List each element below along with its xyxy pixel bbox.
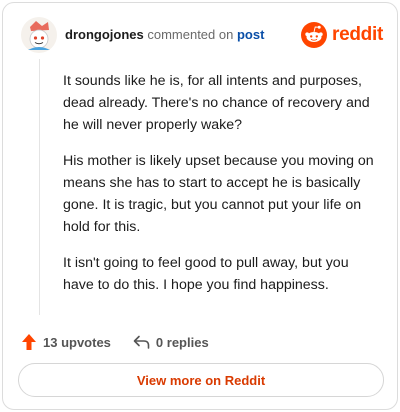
action-text: commented on: [147, 27, 234, 42]
reddit-wordmark: reddit: [332, 24, 383, 45]
comment-actions: 13 upvotes 0 replies: [21, 331, 209, 353]
comment-body: It sounds like he is, for all intents an…: [63, 70, 375, 310]
comment-paragraph: His mother is likely upset because you m…: [63, 153, 374, 235]
post-link[interactable]: post: [237, 27, 264, 42]
upvote-button[interactable]: 13 upvotes: [21, 333, 111, 351]
comment-paragraph: It sounds like he is, for all intents an…: [63, 73, 370, 133]
replies-button[interactable]: 0 replies: [133, 335, 209, 350]
view-more-button[interactable]: View more on Reddit: [18, 363, 384, 397]
snoo-avatar-icon[interactable]: [21, 17, 57, 53]
replies-count: 0 replies: [155, 334, 209, 350]
reply-arrow-icon: [133, 335, 150, 349]
comment-byline: drongojones commented on post: [65, 27, 264, 43]
upvote-arrow-icon: [22, 334, 36, 350]
comment-header: drongojones commented on post reddit: [21, 17, 383, 53]
thread-line: [39, 59, 40, 315]
reddit-logo-icon: [301, 22, 328, 48]
embedded-comment-card: drongojones commented on post reddit It …: [2, 2, 398, 410]
author-username[interactable]: drongojones: [65, 27, 144, 42]
comment-paragraph: It isn't going to feel good to pull away…: [63, 255, 349, 293]
upvotes-count: 13 upvotes: [43, 334, 111, 350]
reddit-brand[interactable]: reddit: [301, 21, 383, 49]
